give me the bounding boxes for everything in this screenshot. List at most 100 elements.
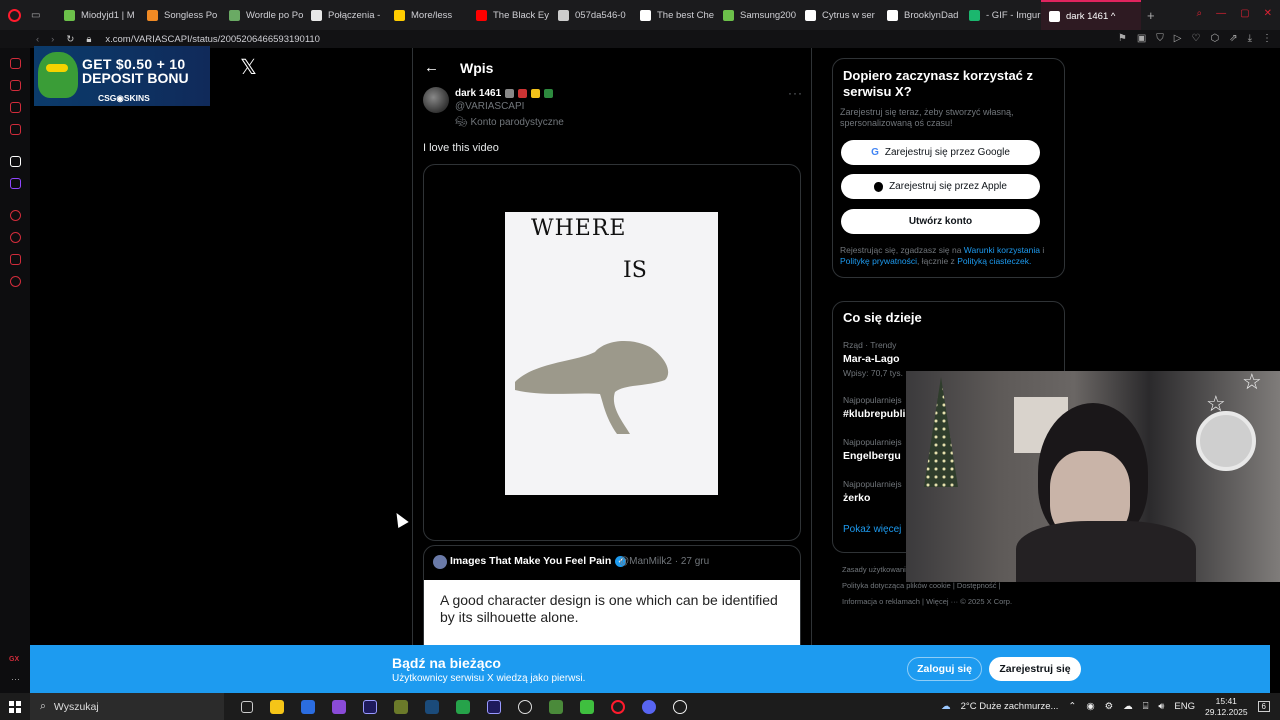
task-view-icon[interactable] <box>241 700 253 713</box>
network-icon[interactable]: ⌸ <box>1143 701 1149 712</box>
minecraft-icon[interactable] <box>549 699 563 714</box>
apple-signup-button[interactable]: Zarejestruj się przez Apple <box>841 174 1040 199</box>
settings-icon[interactable] <box>10 276 21 287</box>
trend-name[interactable]: żerko <box>843 492 870 504</box>
new-tab-icon[interactable]: + <box>1147 8 1155 23</box>
trend-name[interactable]: Mar-a-Lago <box>843 353 900 365</box>
premiere-icon[interactable] <box>487 699 501 714</box>
vk-icon[interactable] <box>10 124 21 135</box>
browser-tab[interactable]: Miodyjd1 | M <box>56 0 139 30</box>
close-icon[interactable]: ✕ <box>1264 8 1272 19</box>
terms-link[interactable]: Warunki korzystania <box>964 245 1040 255</box>
url-field[interactable]: x.com/VARIASCAPI/status/2005206466593190… <box>105 34 320 45</box>
download-icon[interactable]: ⤓ <box>1248 33 1252 44</box>
browser-tab[interactable]: Songless Po <box>139 0 221 30</box>
volume-icon[interactable]: 🔊︎ <box>1158 701 1164 712</box>
browser-tab[interactable]: 057da546-0 <box>550 0 632 30</box>
trend-name[interactable]: #klubrepubli <box>843 408 905 420</box>
forward-icon[interactable]: › <box>51 34 54 45</box>
browser-tab[interactable]: The best Che <box>632 0 715 30</box>
settings-app-icon[interactable] <box>518 699 532 714</box>
video-frame[interactable]: WHERE IS <box>505 212 718 495</box>
play-icon[interactable]: ▷ <box>1174 33 1182 44</box>
create-account-button[interactable]: Utwórz konto <box>841 209 1040 234</box>
app-icon[interactable] <box>456 699 470 714</box>
browser-tab[interactable]: BrooklynDad <box>879 0 961 30</box>
tray-app-icon[interactable]: ⚙ <box>1105 701 1114 712</box>
tray-app-icon[interactable]: ☁ <box>1123 701 1133 712</box>
more-options-icon[interactable]: ··· <box>788 86 803 100</box>
steam-icon[interactable] <box>425 699 439 714</box>
maximize-icon[interactable]: ▢ <box>1240 8 1249 19</box>
history-icon[interactable] <box>10 232 21 243</box>
show-more-link[interactable]: Pokaż więcej <box>843 524 901 535</box>
ad-banner[interactable]: GET $0.50 + 10 DEPOSIT BONU CSG◉SKINS <box>34 46 210 106</box>
search-tabs-icon[interactable]: ⌕ <box>1197 8 1203 19</box>
language-indicator[interactable]: ENG <box>1174 701 1195 712</box>
obs-icon[interactable] <box>673 699 687 714</box>
footer-line[interactable]: Informacja o reklamach | Więcej ··· © 20… <box>842 594 1067 610</box>
quote-avatar[interactable] <box>433 555 447 569</box>
browser-menu[interactable]: ▭ <box>0 0 56 30</box>
instagram-icon[interactable] <box>10 102 21 113</box>
app-icon[interactable] <box>394 699 408 714</box>
extensions-sidebar-icon[interactable] <box>10 254 21 265</box>
share-icon[interactable]: ⇗ <box>1229 33 1237 44</box>
bookmark-icon[interactable]: ⚑ <box>1118 33 1127 44</box>
browser-tab[interactable]: More/less <box>386 0 468 30</box>
app-icon[interactable] <box>580 699 594 714</box>
player-icon[interactable] <box>10 210 21 221</box>
back-arrow-icon[interactable]: ← <box>424 59 439 76</box>
login-button[interactable]: Zaloguj się <box>907 657 982 681</box>
weather-text[interactable]: 2°C Duże zachmurze... <box>961 701 1059 712</box>
browser-tab[interactable]: Wordle po Po <box>221 0 303 30</box>
weather-icon[interactable]: ☁ <box>941 701 951 712</box>
taskbar-search[interactable]: ⌕ Wyszukaj <box>30 693 224 720</box>
menu-icon[interactable]: ⋮ <box>1262 33 1272 44</box>
author-name[interactable]: dark 1461 <box>455 88 554 99</box>
reload-icon[interactable]: ↻ <box>66 34 74 45</box>
more-sidebar-icon[interactable]: ··· <box>11 674 20 684</box>
browser-tab[interactable]: The Black Ey <box>468 0 550 30</box>
after-effects-icon[interactable] <box>363 699 377 714</box>
notifications-icon[interactable]: 6 <box>1257 701 1270 712</box>
shield-icon[interactable]: ⛉ <box>1156 33 1164 44</box>
x-logo-icon[interactable]: 𝕏 <box>240 57 262 79</box>
app-icon[interactable] <box>301 699 315 714</box>
author-handle[interactable]: @VARIASCAPI <box>455 101 524 112</box>
gx-icon[interactable]: GX <box>9 656 19 663</box>
register-button[interactable]: Zarejestruj się <box>989 657 1081 681</box>
tab-overview-icon[interactable]: ▭ <box>31 10 40 21</box>
app-icon[interactable] <box>332 699 346 714</box>
opera-logo-icon[interactable] <box>8 8 21 22</box>
avatar[interactable] <box>423 87 449 113</box>
whatsapp-icon[interactable] <box>10 80 21 91</box>
tray-app-icon[interactable]: ◉ <box>1086 701 1094 712</box>
minimize-icon[interactable]: — <box>1216 8 1226 19</box>
cookies-link[interactable]: Polityką ciasteczek. <box>957 256 1031 266</box>
heart-icon[interactable]: ♡ <box>1191 33 1200 44</box>
privacy-link[interactable]: Politykę prywatności <box>840 256 917 266</box>
extensions-icon[interactable]: ⬡ <box>1210 33 1219 44</box>
messenger-icon[interactable] <box>10 58 21 69</box>
google-signup-button[interactable]: G Zarejestruj się przez Google <box>841 140 1040 165</box>
quote-image[interactable]: A good character design is one which can… <box>424 580 800 646</box>
start-button[interactable] <box>0 693 30 720</box>
opera-gx-icon[interactable] <box>611 699 625 714</box>
twitch-icon[interactable] <box>10 178 21 189</box>
quote-author[interactable]: Images That Make You Feel Pain ✓ <box>450 555 627 567</box>
clock[interactable]: 15:41 29.12.2025 <box>1205 696 1248 718</box>
tray-overflow-icon[interactable]: ⌃ <box>1068 701 1076 712</box>
browser-tab[interactable]: Cytrus w ser <box>797 0 879 30</box>
snapshot-icon[interactable]: ▣ <box>1137 33 1146 44</box>
browser-tab[interactable]: - GIF - Imgur <box>961 0 1041 30</box>
discord-icon[interactable] <box>642 699 656 714</box>
tab-favicon-icon <box>64 9 75 21</box>
aria-icon[interactable] <box>10 156 21 167</box>
browser-tab[interactable]: dark 1461 ^ <box>1041 0 1141 30</box>
back-icon[interactable]: ‹ <box>36 34 39 45</box>
file-explorer-icon[interactable] <box>270 699 284 714</box>
trend-name[interactable]: Engelbergu <box>843 450 901 462</box>
browser-tab[interactable]: Połączenia - <box>303 0 386 30</box>
browser-tab[interactable]: Samsung200 <box>715 0 797 30</box>
